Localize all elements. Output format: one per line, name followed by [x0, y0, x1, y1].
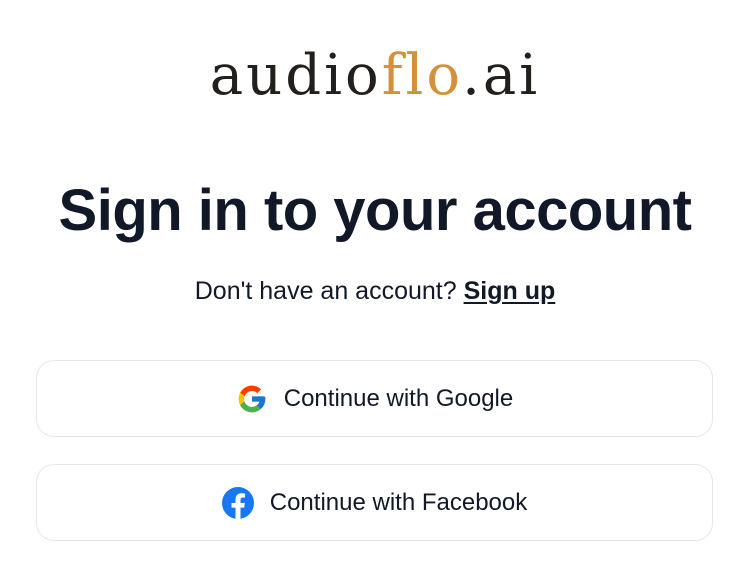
continue-with-google-button[interactable]: Continue with Google [36, 360, 713, 437]
logo-text-audio: audio [209, 43, 382, 108]
facebook-button-label: Continue with Facebook [269, 488, 528, 516]
page-title: Sign in to your account [58, 178, 692, 243]
continue-with-facebook-button[interactable]: Continue with Facebook [36, 464, 713, 541]
brand-logo: audioflo.ai [0, 44, 750, 108]
logo-text-flo: flo [381, 43, 463, 108]
google-icon [236, 383, 268, 415]
sign-up-link[interactable]: Sign up [464, 277, 556, 305]
signup-prompt-text: Don't have an account? [194, 277, 457, 305]
logo-text-ai: .ai [462, 43, 541, 108]
google-button-label: Continue with Google [283, 384, 514, 412]
signup-prompt: Don't have an account? Sign up [0, 275, 750, 307]
facebook-icon [221, 486, 254, 519]
